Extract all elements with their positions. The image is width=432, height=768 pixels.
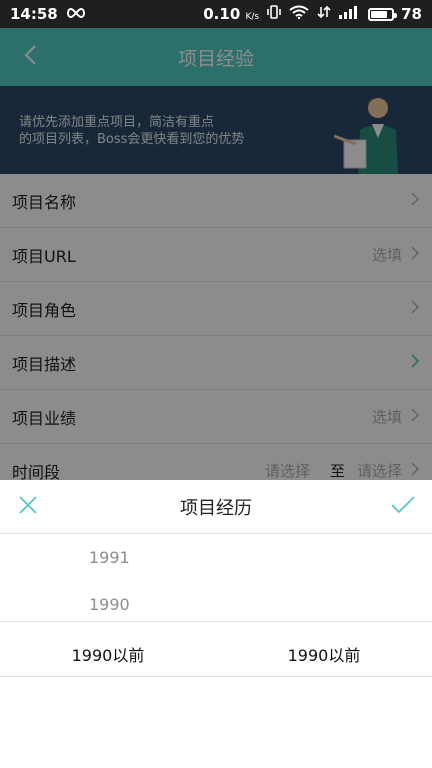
status-left: 14:58 <box>10 5 86 23</box>
infinity-icon <box>66 5 86 23</box>
battery-percent: 78 <box>401 5 422 23</box>
year-picker: 1991 1990 1990以前 1990以前 <box>0 534 432 768</box>
speed-value: 0.10 <box>203 5 241 23</box>
sheet-header: 项目经历 <box>0 480 432 534</box>
vibrate-icon <box>266 5 282 23</box>
battery-icon <box>368 7 398 21</box>
selection-divider-bottom <box>0 676 432 677</box>
close-icon <box>18 495 38 519</box>
speed-unit: K/s <box>245 12 260 22</box>
selection-divider-top <box>0 621 432 622</box>
picker-selected-option[interactable]: 1990以前 <box>216 642 432 666</box>
close-button[interactable] <box>12 491 44 523</box>
status-bar: 14:58 0.10 K/s 78 <box>0 0 432 28</box>
confirm-button[interactable] <box>386 491 420 523</box>
picker-option[interactable]: 1991 <box>0 548 216 567</box>
picker-column-end[interactable]: 1990以前 <box>216 534 432 768</box>
picker-column-start[interactable]: 1991 1990 1990以前 <box>0 534 216 768</box>
picker-option[interactable]: 1990 <box>0 595 216 614</box>
status-right: 0.10 K/s 78 <box>203 5 422 23</box>
sheet-title: 项目经历 <box>180 497 252 519</box>
dim-overlay[interactable] <box>0 28 432 480</box>
network-speed: 0.10 K/s <box>203 5 259 23</box>
signal-icon <box>339 5 361 23</box>
mobile-data-icon <box>316 5 332 23</box>
picker-selected-option[interactable]: 1990以前 <box>0 642 216 666</box>
check-icon <box>391 496 415 518</box>
status-time: 14:58 <box>10 5 58 23</box>
date-picker-sheet: 项目经历 1991 1990 1990以前 1990以前 <box>0 480 432 768</box>
battery-fill <box>371 10 387 18</box>
wifi-icon <box>289 5 309 23</box>
